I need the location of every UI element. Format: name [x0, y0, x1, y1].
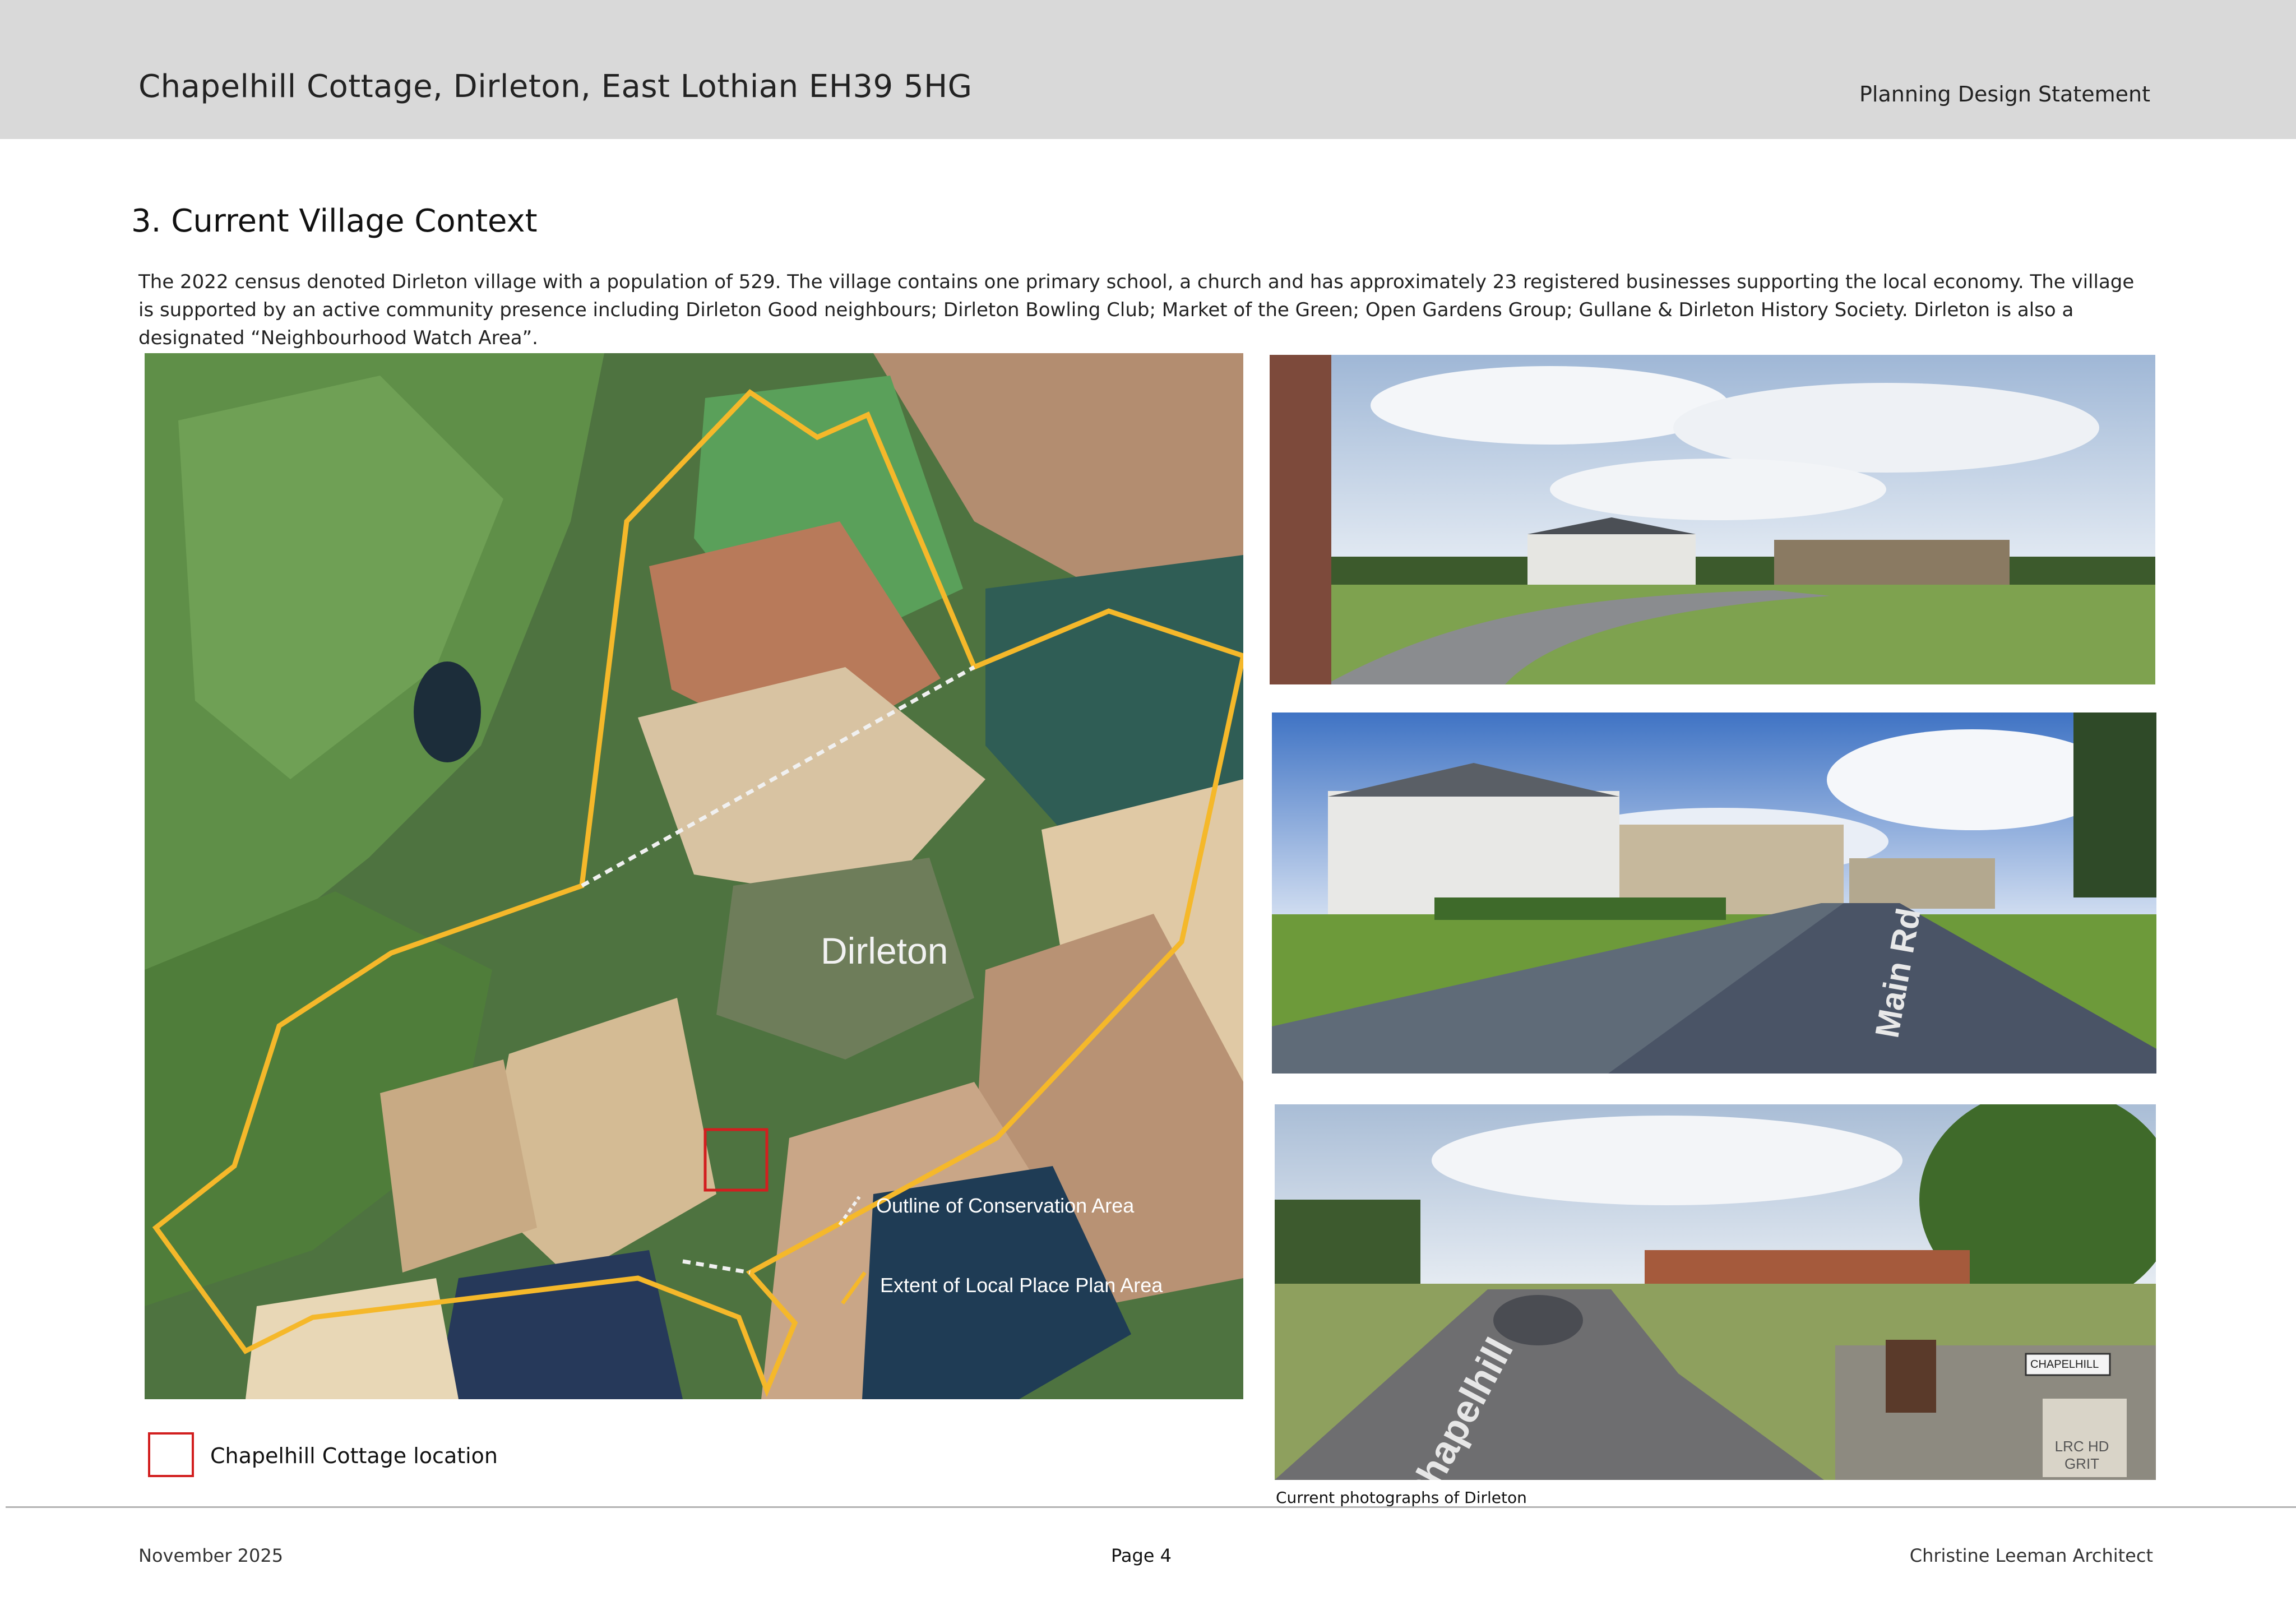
footer-divider	[6, 1506, 2296, 1508]
document-type: Planning Design Statement	[1859, 82, 2150, 107]
street-sign: CHAPELHILL	[2030, 1358, 2099, 1371]
site-location-legend: Chapelhill Cottage location	[210, 1443, 498, 1468]
map-legend-conservation: Outline of Conservation Area	[876, 1194, 1135, 1217]
site-location-swatch	[148, 1432, 194, 1477]
aerial-map: Dirleton Outline of Conservation Area Ex…	[145, 353, 1243, 1399]
section-heading: 3. Current Village Context	[131, 203, 538, 239]
photo-chapelhill: CHAPELHILL Chapelhill LRC HD GRIT	[1275, 1104, 2156, 1480]
intro-paragraph: The 2022 census denoted Dirleton village…	[138, 271, 2135, 349]
photo-village-green	[1270, 355, 2155, 684]
map-legend-local-plan: Extent of Local Place Plan Area	[880, 1274, 1163, 1297]
grit-bin-label: LRC HD GRIT	[2054, 1438, 2109, 1472]
map-place-label: Dirleton	[821, 930, 948, 971]
page-number: Page 4	[1111, 1545, 1172, 1566]
page-header: Chapelhill Cottage, Dirleton, East Lothi…	[0, 0, 2296, 139]
document-title: Chapelhill Cottage, Dirleton, East Lothi…	[138, 68, 973, 105]
footer-author: Christine Leeman Architect	[1909, 1545, 2153, 1566]
photo-main-road: Main Rd	[1272, 712, 2156, 1074]
photo-caption: Current photographs of Dirleton	[1276, 1488, 1527, 1507]
footer-date: November 2025	[138, 1545, 284, 1566]
